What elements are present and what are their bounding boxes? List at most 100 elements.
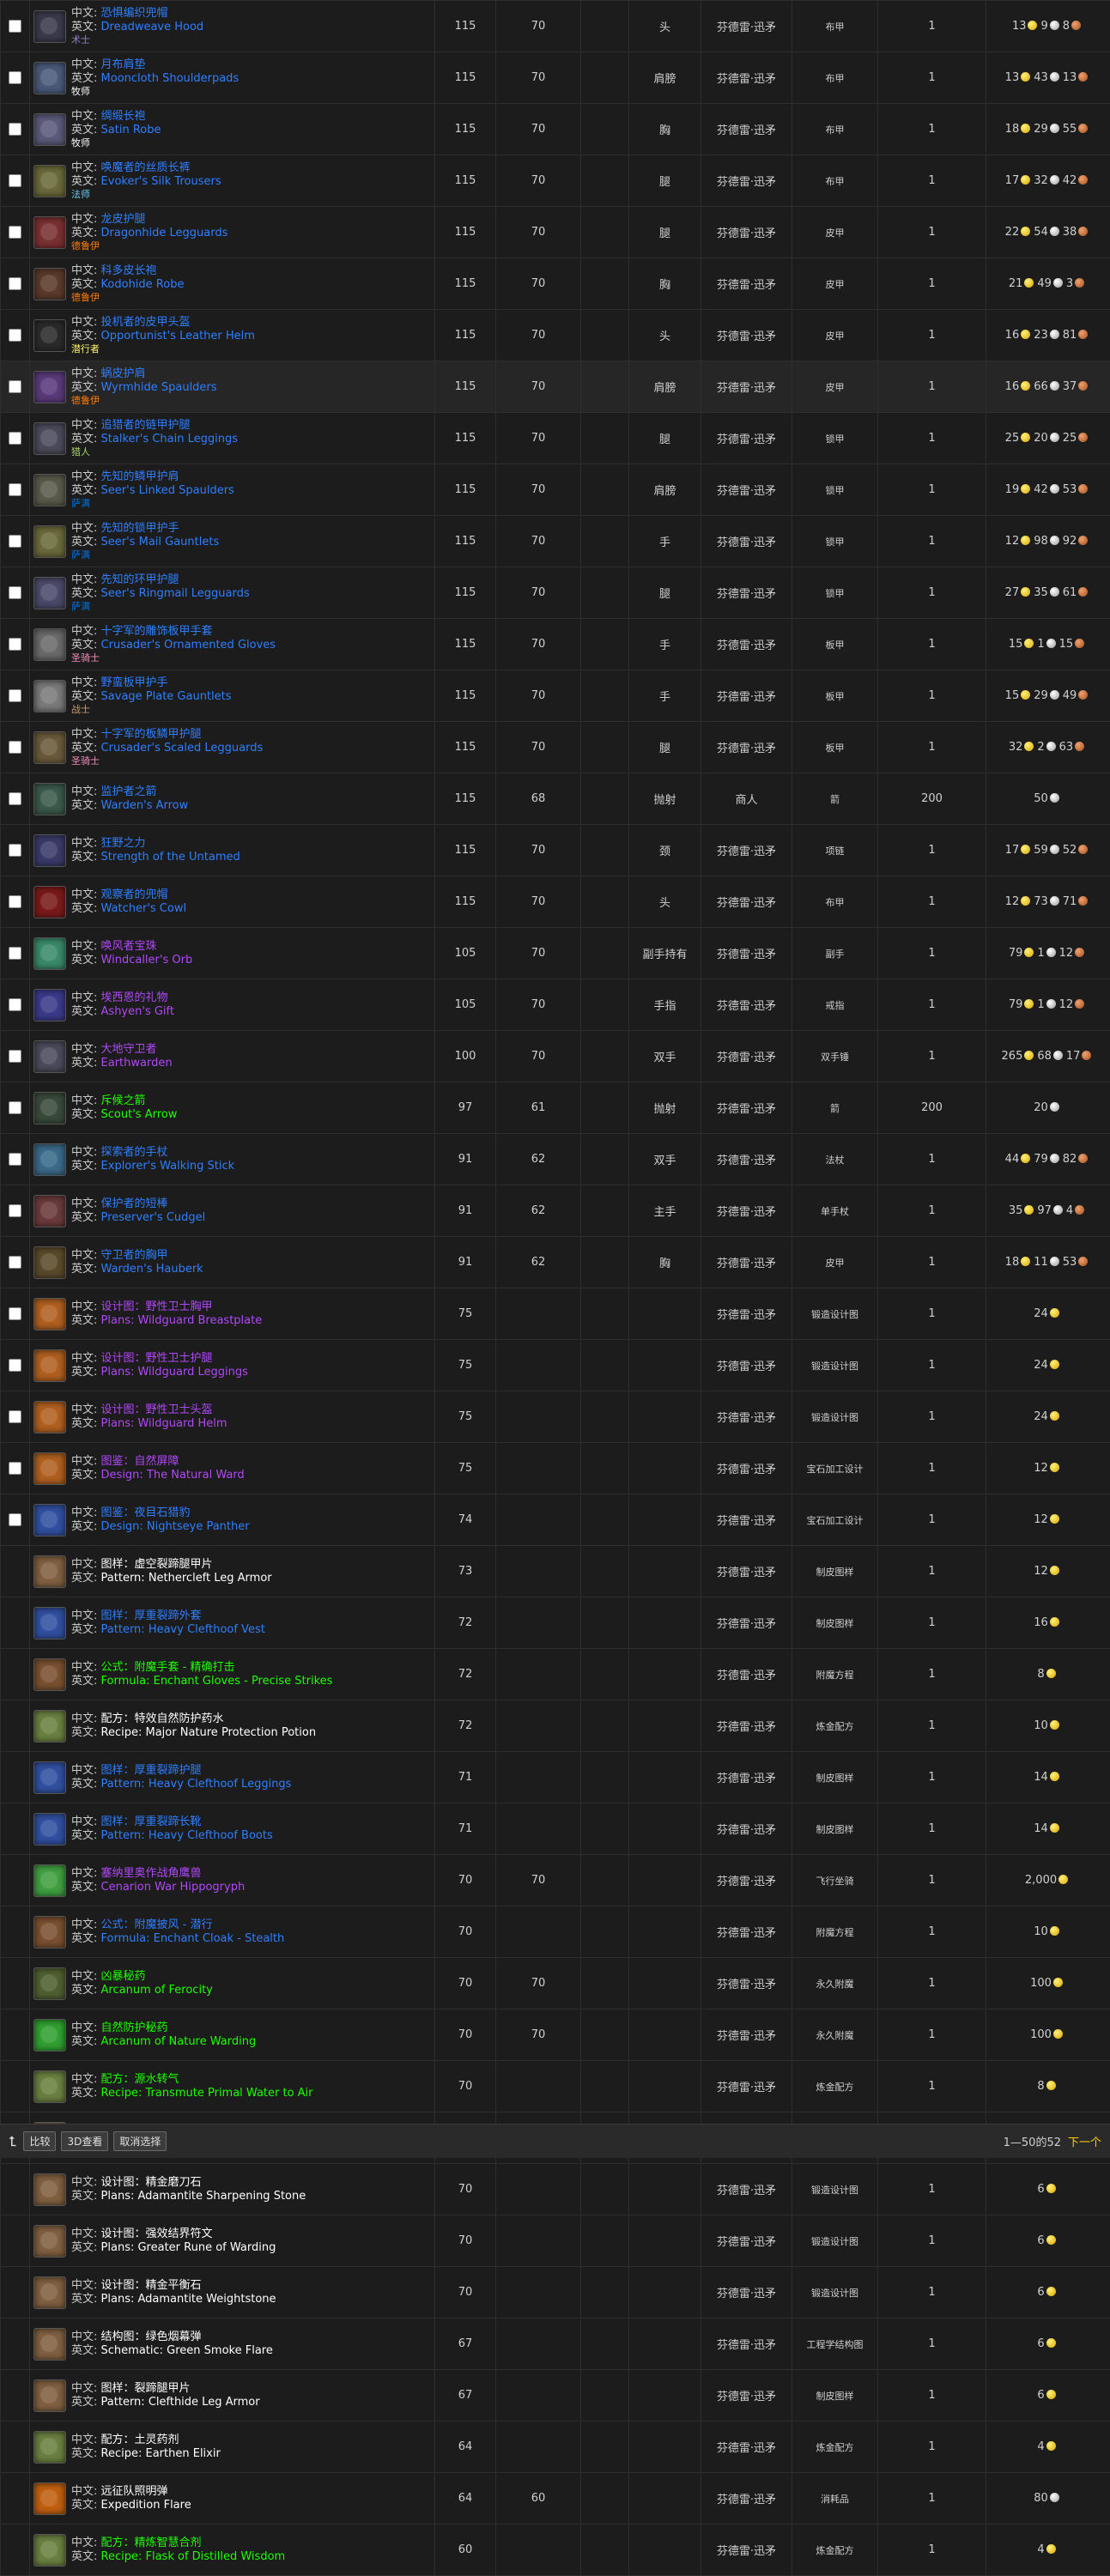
item-name-en[interactable]: Evoker's Silk Trousers xyxy=(101,175,221,188)
scroll-icon[interactable] xyxy=(33,1504,66,1537)
item-name-cn[interactable]: 监护者之箭 xyxy=(101,785,157,798)
gloves-icon[interactable] xyxy=(33,628,66,661)
item-name-cn[interactable]: 设计图：野性卫士护腿 xyxy=(101,1352,213,1365)
row-checkbox[interactable] xyxy=(9,174,21,187)
item-name-en[interactable]: Pattern: Clefthide Leg Armor xyxy=(101,2396,260,2409)
item-name-cn[interactable]: 图样：裂蹄腿甲片 xyxy=(101,2382,191,2395)
item-name-en[interactable]: Formula: Enchant Gloves - Precise Strike… xyxy=(101,1675,333,1688)
item-name-cn[interactable]: 先知的鳞甲护肩 xyxy=(101,470,179,483)
item-name-en[interactable]: Dreadweave Hood xyxy=(101,21,204,33)
scroll-icon[interactable] xyxy=(33,2225,66,2258)
helm-icon[interactable] xyxy=(33,319,66,352)
item-name-en[interactable]: Recipe: Earthen Elixir xyxy=(101,2447,221,2460)
item-name-cn[interactable]: 投机者的皮甲头盔 xyxy=(101,316,191,329)
scroll-icon[interactable] xyxy=(33,1813,66,1846)
item-name-cn[interactable]: 图样：虚空裂蹄腿甲片 xyxy=(101,1558,213,1571)
item-name-cn[interactable]: 狂野之力 xyxy=(101,837,146,850)
row-checkbox[interactable] xyxy=(9,277,21,290)
ring-icon[interactable] xyxy=(33,989,66,1021)
item-name-en[interactable]: Plans: Adamantite Sharpening Stone xyxy=(101,2190,306,2203)
row-checkbox[interactable] xyxy=(9,1050,21,1063)
scroll-icon[interactable] xyxy=(33,2276,66,2309)
item-name-en[interactable]: Expedition Flare xyxy=(101,2499,191,2512)
item-name-cn[interactable]: 凶暴秘药 xyxy=(101,1970,146,1983)
gauntlets-icon[interactable] xyxy=(33,525,66,558)
item-name-cn[interactable]: 探索者的手杖 xyxy=(101,1146,168,1159)
item-name-cn[interactable]: 守卫者的胸甲 xyxy=(101,1249,168,1262)
cudgel-icon[interactable] xyxy=(33,1195,66,1227)
item-name-cn[interactable]: 先知的环甲护腿 xyxy=(101,573,179,586)
item-name-en[interactable]: Design: Nightseye Panther xyxy=(101,1520,250,1533)
legguards-icon[interactable] xyxy=(33,216,66,249)
item-name-en[interactable]: Arcanum of Ferocity xyxy=(101,1984,213,1997)
row-checkbox[interactable] xyxy=(9,535,21,548)
item-name-cn[interactable]: 配方：源水转气 xyxy=(101,2073,179,2086)
leggings-icon[interactable] xyxy=(33,422,66,455)
trousers-icon[interactable] xyxy=(33,165,66,197)
item-name-en[interactable]: Seer's Linked Spaulders xyxy=(101,484,234,497)
item-name-en[interactable]: Pattern: Heavy Clefthoof Boots xyxy=(101,1829,273,1842)
item-name-cn[interactable]: 图样：厚重裂蹄护腿 xyxy=(101,1764,202,1777)
item-name-en[interactable]: Wyrmhide Spaulders xyxy=(101,381,217,394)
row-checkbox[interactable] xyxy=(9,1204,21,1217)
item-name-en[interactable]: Pattern: Heavy Clefthoof Vest xyxy=(101,1623,265,1636)
next-page-link[interactable]: 下一个 xyxy=(1068,2133,1101,2149)
item-name-en[interactable]: Pattern: Nethercleft Leg Armor xyxy=(101,1572,272,1585)
item-name-cn[interactable]: 结构图：绿色烟幕弹 xyxy=(101,2331,202,2343)
scroll-icon[interactable] xyxy=(33,1452,66,1485)
item-name-cn[interactable]: 图样：厚重裂蹄长靴 xyxy=(101,1815,202,1828)
item-name-cn[interactable]: 图鉴：自然屏障 xyxy=(101,1455,179,1468)
item-name-en[interactable]: Kodohide Robe xyxy=(101,278,185,291)
row-checkbox[interactable] xyxy=(9,1359,21,1372)
item-name-en[interactable]: Preserver's Cudgel xyxy=(101,1211,206,1224)
item-name-cn[interactable]: 观察者的兜帽 xyxy=(101,888,168,901)
necklace-icon[interactable] xyxy=(33,834,66,867)
row-checkbox[interactable] xyxy=(9,123,21,136)
arcanum-icon[interactable] xyxy=(33,1967,66,2000)
row-checkbox[interactable] xyxy=(9,1153,21,1166)
item-name-cn[interactable]: 设计图：野性卫士头盔 xyxy=(101,1403,213,1416)
item-name-en[interactable]: Explorer's Walking Stick xyxy=(101,1160,235,1173)
row-checkbox[interactable] xyxy=(9,20,21,33)
item-name-en[interactable]: Plans: Greater Rune of Warding xyxy=(101,2241,276,2254)
item-name-en[interactable]: Dragonhide Legguards xyxy=(101,227,228,239)
item-name-en[interactable]: Plans: Wildguard Breastplate xyxy=(101,1314,263,1327)
item-name-en[interactable]: Strength of the Untamed xyxy=(101,851,240,864)
hood-icon[interactable] xyxy=(33,10,66,43)
row-checkbox[interactable] xyxy=(9,1307,21,1320)
arcanum-icon[interactable] xyxy=(33,2019,66,2052)
item-name-cn[interactable]: 绸缎长袍 xyxy=(101,110,146,123)
row-checkbox[interactable] xyxy=(9,432,21,445)
orb-icon[interactable] xyxy=(33,937,66,970)
item-name-en[interactable]: Arcanum of Nature Warding xyxy=(101,2035,257,2048)
item-name-cn[interactable]: 塞纳里奥作战角鹰兽 xyxy=(101,1867,202,1880)
scroll-icon[interactable] xyxy=(33,1761,66,1794)
scroll-icon[interactable] xyxy=(33,1710,66,1743)
item-name-cn[interactable]: 配方：精炼智慧合剂 xyxy=(101,2537,202,2549)
view-3d-button[interactable]: 3D查看 xyxy=(61,2131,108,2151)
legguards-icon[interactable] xyxy=(33,731,66,764)
item-name-en[interactable]: Savage Plate Gauntlets xyxy=(101,690,232,703)
item-name-en[interactable]: Cenarion War Hippogryph xyxy=(101,1881,246,1894)
hammer-icon[interactable] xyxy=(33,1040,66,1073)
item-name-en[interactable]: Recipe: Major Nature Protection Potion xyxy=(101,1726,317,1739)
row-checkbox[interactable] xyxy=(9,483,21,496)
item-name-cn[interactable]: 追猎者的链甲护腿 xyxy=(101,419,191,432)
legguards-icon[interactable] xyxy=(33,577,66,609)
item-name-cn[interactable]: 先知的锁甲护手 xyxy=(101,522,179,535)
item-name-cn[interactable]: 科多皮长袍 xyxy=(101,264,157,277)
item-name-cn[interactable]: 月布肩垫 xyxy=(101,58,146,71)
scroll-icon[interactable] xyxy=(33,1607,66,1640)
item-name-en[interactable]: Seer's Mail Gauntlets xyxy=(101,536,220,549)
item-name-cn[interactable]: 保护者的短棒 xyxy=(101,1197,168,1210)
item-name-cn[interactable]: 公式：附魔手套 - 精确打击 xyxy=(101,1661,235,1674)
item-name-en[interactable]: Design: The Natural Ward xyxy=(101,1469,245,1482)
item-name-en[interactable]: Crusader's Ornamented Gloves xyxy=(101,639,276,652)
spaulders-icon[interactable] xyxy=(33,474,66,506)
item-name-cn[interactable]: 埃西恩的礼物 xyxy=(101,991,168,1004)
hippogryph-icon[interactable] xyxy=(33,1864,66,1897)
item-name-cn[interactable]: 十字军的板鳞甲护腿 xyxy=(101,728,202,741)
row-checkbox[interactable] xyxy=(9,998,21,1011)
spaulders-icon[interactable] xyxy=(33,371,66,403)
row-checkbox[interactable] xyxy=(9,741,21,754)
